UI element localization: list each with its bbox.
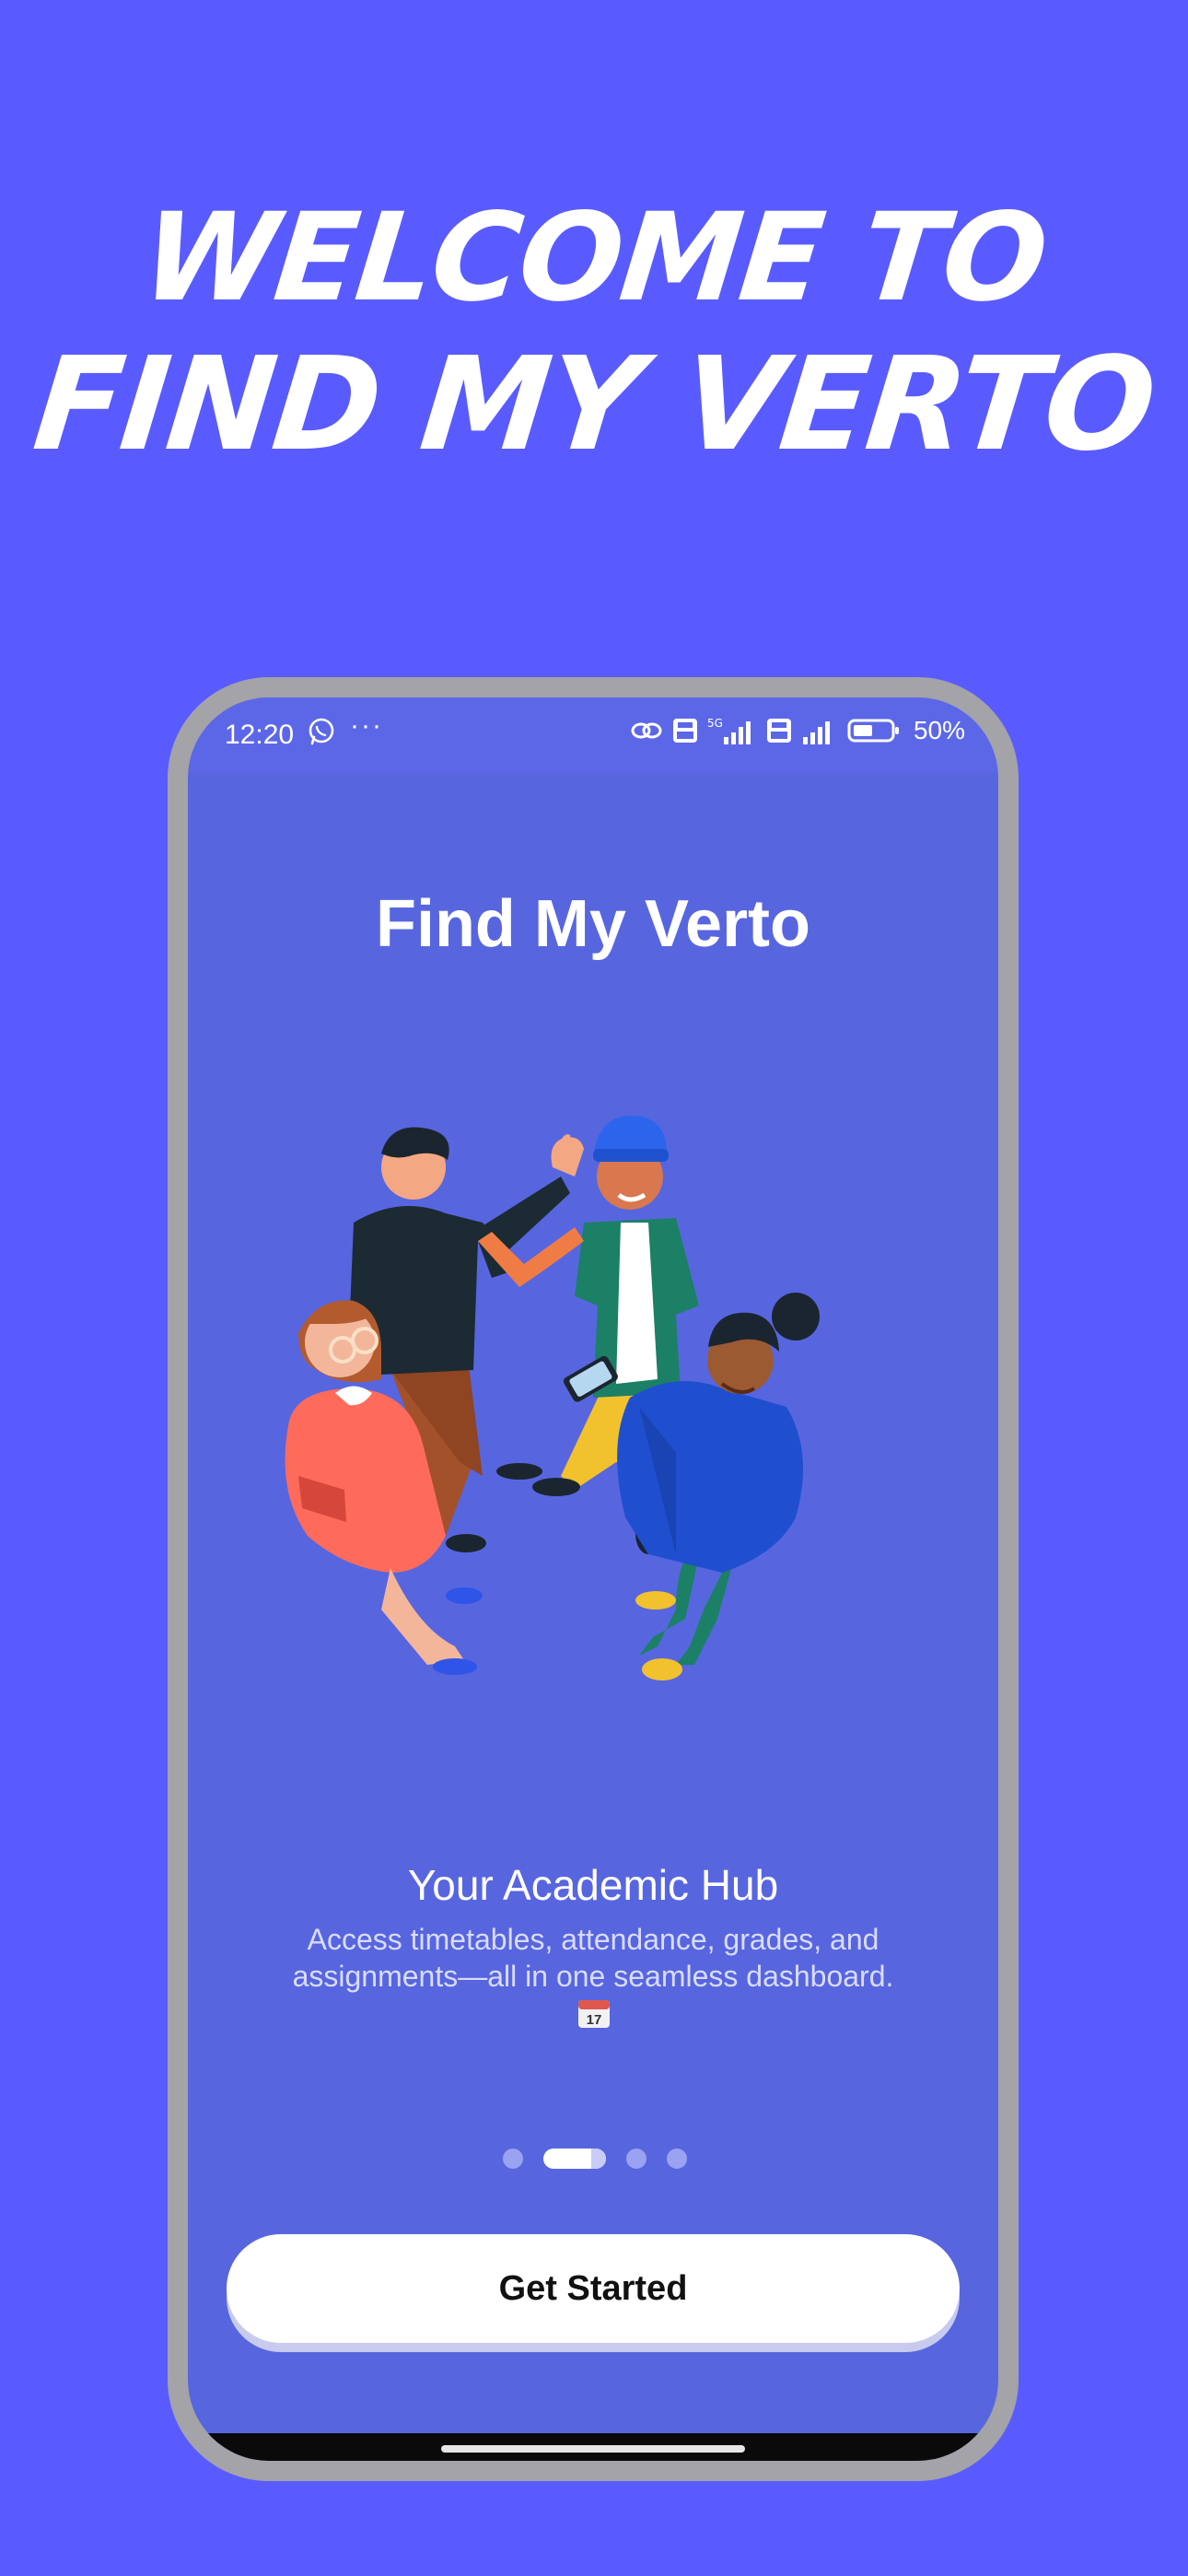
slide-description: Access timetables, attendance, grades, a… — [292, 1923, 894, 1993]
app-title: Find My Verto — [375, 887, 811, 961]
svg-text:5G: 5G — [707, 717, 723, 730]
home-indicator[interactable] — [441, 2445, 745, 2453]
slide-title: Your Academic Hub — [407, 1861, 779, 1909]
calendar-icon: 17 — [578, 2000, 610, 2028]
link-icon — [631, 722, 662, 739]
status-bar: 12:20 ··· 5G 50% — [188, 697, 998, 773]
phone-frame: 12:20 ··· 5G 50% Find My Verto Your Acad… — [168, 677, 1019, 2481]
navigation-bar — [188, 2433, 998, 2461]
page-dot[interactable] — [667, 2149, 687, 2169]
page-dot[interactable] — [503, 2149, 523, 2169]
volte-icon — [766, 719, 791, 743]
hero-headline: Welcome to Find My Verto — [0, 184, 1188, 480]
get-started-button[interactable]: Get Started — [227, 2234, 960, 2343]
5g-signal-icon: 5G — [707, 717, 751, 744]
page-indicator — [188, 2147, 998, 2171]
more-notifications-icon: ··· — [350, 710, 383, 741]
volte-icon — [672, 719, 697, 743]
battery-icon — [847, 719, 899, 743]
page-dot-active[interactable] — [543, 2149, 606, 2169]
signal-icon — [802, 721, 830, 744]
whatsapp-icon — [309, 718, 334, 745]
people-illustration — [285, 1115, 820, 1680]
status-time: 12:20 — [225, 720, 295, 750]
hero-line-2: Find My Verto — [27, 330, 1161, 480]
status-icons: 5G 50% — [630, 716, 965, 745]
page-dot[interactable] — [626, 2149, 646, 2169]
battery-percent: 50% — [913, 716, 965, 744]
phone-screen: 12:20 ··· 5G 50% Find My Verto Your Acad… — [188, 697, 998, 2461]
hero-line-1: Welcome to — [135, 187, 1053, 329]
calendar-day: 17 — [587, 2012, 602, 2028]
